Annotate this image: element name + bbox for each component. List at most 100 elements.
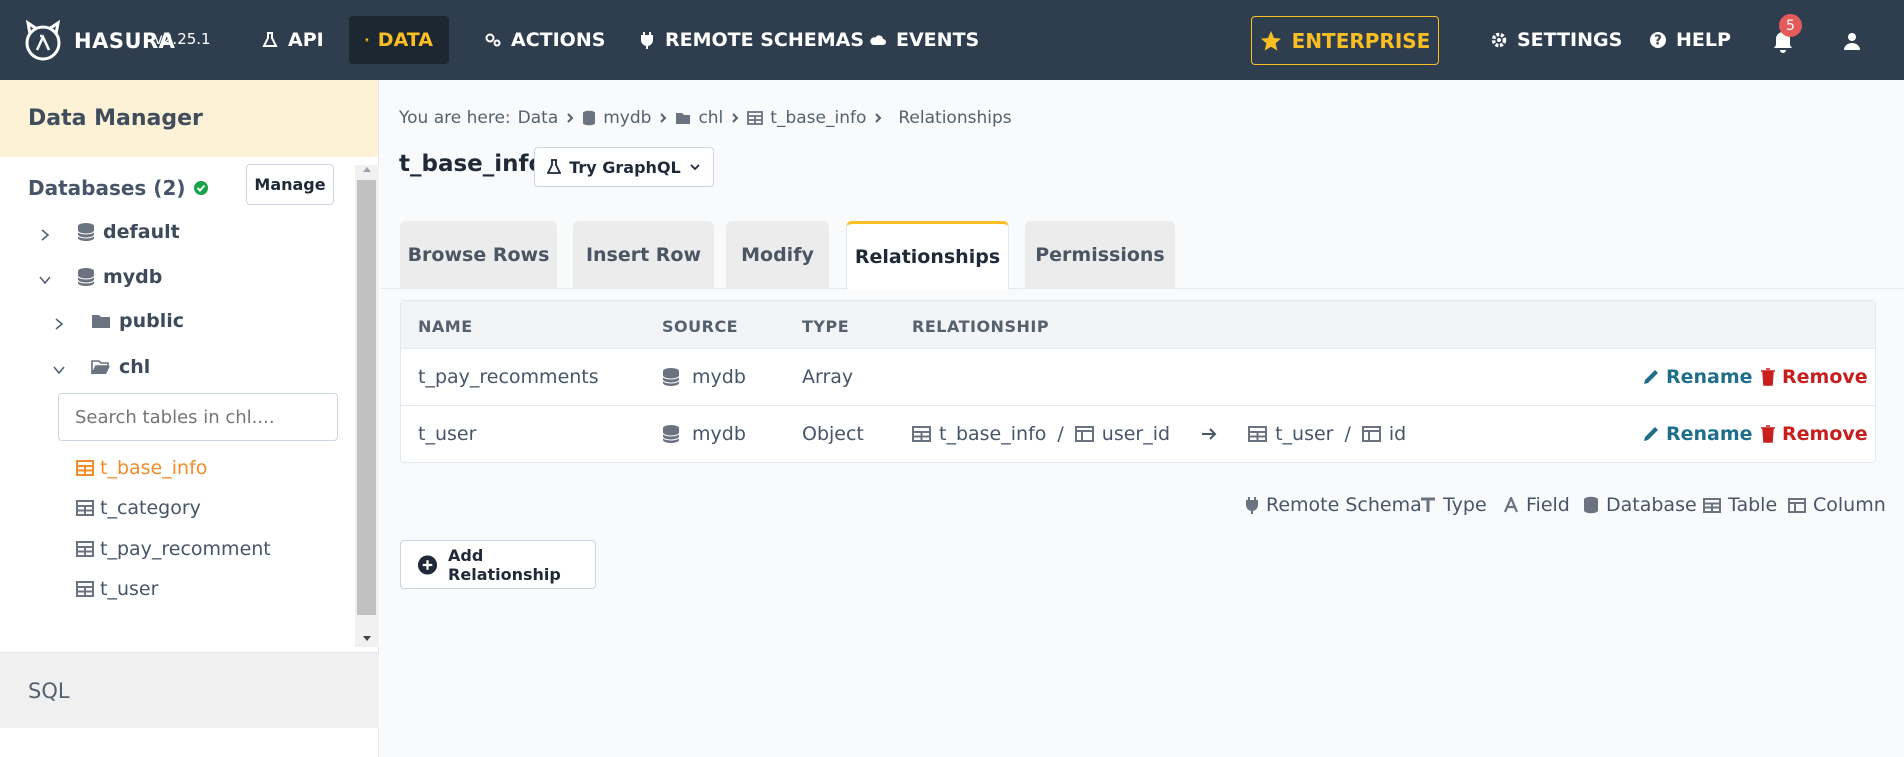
tab-permissions[interactable]: Permissions bbox=[1025, 221, 1175, 289]
legend-label: Field bbox=[1526, 494, 1570, 516]
page-title: t_base_info bbox=[399, 151, 545, 177]
rename-button[interactable]: Rename bbox=[1642, 366, 1753, 388]
plug-icon bbox=[641, 32, 653, 49]
schema-public-label: public bbox=[119, 310, 185, 332]
try-graphql-label: Try GraphQL bbox=[569, 157, 681, 177]
column-icon bbox=[1361, 426, 1381, 442]
remove-label: Remove bbox=[1782, 366, 1868, 388]
enterprise-button[interactable]: ENTERPRISE bbox=[1251, 16, 1439, 65]
tree-db-mydb[interactable]: mydb bbox=[77, 266, 162, 288]
hasura-logo[interactable]: HASURA bbox=[22, 20, 175, 62]
legend-database: Database bbox=[1583, 494, 1697, 516]
legend-field: Field bbox=[1503, 494, 1570, 516]
rel-to-column: id bbox=[1388, 423, 1407, 445]
scrollbar-thumb[interactable] bbox=[357, 180, 376, 615]
rel-separator: / bbox=[1344, 423, 1351, 445]
database-icon bbox=[77, 268, 95, 286]
chevron-down-icon[interactable] bbox=[38, 273, 52, 287]
rel-type: Array bbox=[802, 366, 854, 388]
table-item-t-category[interactable]: t_category bbox=[76, 497, 201, 519]
nav-actions[interactable]: ACTIONS bbox=[468, 16, 621, 64]
breadcrumb-data[interactable]: Data bbox=[518, 108, 559, 128]
add-relationship-button[interactable]: Add Relationship bbox=[400, 540, 596, 589]
scroll-up-icon[interactable] bbox=[361, 164, 373, 174]
pencil-icon bbox=[1644, 427, 1658, 441]
database-icon bbox=[583, 110, 596, 126]
sidebar-sql[interactable]: SQL bbox=[0, 652, 379, 728]
legend-column: Column bbox=[1788, 494, 1886, 516]
column-icon bbox=[1788, 497, 1806, 513]
check-circle-icon bbox=[193, 181, 208, 195]
nav-actions-label: ACTIONS bbox=[511, 29, 606, 51]
table-label: t_base_info bbox=[100, 457, 208, 479]
chevron-right-icon[interactable] bbox=[52, 317, 66, 331]
chevron-right-icon bbox=[660, 113, 667, 123]
top-navbar: HASURA v2.25.1 API DATA ACTIONS REMOTE S… bbox=[0, 0, 1904, 80]
rel-source: mydb bbox=[662, 423, 746, 445]
star-icon bbox=[1260, 30, 1281, 50]
remove-label: Remove bbox=[1782, 423, 1868, 445]
table-icon bbox=[76, 541, 94, 557]
nav-remote-schemas-label: REMOTE SCHEMAS bbox=[665, 29, 865, 51]
nav-settings[interactable]: SETTINGS bbox=[1474, 16, 1638, 64]
column-icon bbox=[1074, 426, 1094, 442]
rel-name: t_user bbox=[418, 423, 477, 445]
notification-badge: 5 bbox=[1779, 14, 1802, 37]
chevron-down-icon[interactable] bbox=[52, 363, 66, 377]
rel-separator: / bbox=[1057, 423, 1064, 445]
nav-api[interactable]: API bbox=[245, 16, 340, 64]
table-label: t_user bbox=[100, 578, 159, 600]
rename-button[interactable]: Rename bbox=[1642, 423, 1753, 445]
table-item-t-base-info[interactable]: t_base_info bbox=[76, 457, 207, 479]
flask-icon bbox=[262, 32, 278, 47]
table-icon bbox=[76, 500, 94, 516]
table-item-t-pay-recomment[interactable]: t_pay_recomment bbox=[76, 538, 271, 560]
hasura-logo-icon bbox=[25, 20, 61, 61]
header-relationship: RELATIONSHIP bbox=[912, 317, 1050, 336]
field-icon bbox=[1503, 497, 1519, 513]
chevron-right-icon[interactable] bbox=[38, 228, 52, 242]
database-icon bbox=[77, 223, 95, 241]
breadcrumb-schema[interactable]: chl bbox=[698, 108, 723, 128]
breadcrumb-table[interactable]: t_base_info bbox=[770, 108, 866, 128]
header-source: SOURCE bbox=[662, 317, 739, 336]
db-mydb-label: mydb bbox=[103, 266, 163, 288]
tree-schema-public[interactable]: public bbox=[91, 310, 184, 332]
chevron-right-icon bbox=[875, 113, 882, 123]
table-icon bbox=[747, 111, 764, 125]
breadcrumb-db[interactable]: mydb bbox=[603, 108, 651, 128]
manage-button[interactable]: Manage bbox=[246, 164, 334, 205]
search-tables-input[interactable] bbox=[58, 393, 338, 441]
scroll-down-icon[interactable] bbox=[361, 634, 373, 644]
header-name: NAME bbox=[418, 317, 473, 336]
nav-events[interactable]: EVENTS bbox=[853, 16, 995, 64]
table-icon bbox=[912, 426, 931, 442]
nav-remote-schemas[interactable]: REMOTE SCHEMAS bbox=[622, 16, 880, 64]
nav-events-label: EVENTS bbox=[896, 29, 980, 51]
enterprise-label: ENTERPRISE bbox=[1291, 28, 1431, 53]
tab-relationships[interactable]: Relationships bbox=[846, 221, 1009, 290]
tree-schema-chl[interactable]: chl bbox=[91, 356, 150, 378]
header-type: TYPE bbox=[802, 317, 850, 336]
rel-type: Object bbox=[802, 423, 864, 445]
user-icon[interactable] bbox=[1842, 31, 1862, 51]
gear-icon bbox=[1491, 32, 1507, 48]
table-icon bbox=[76, 460, 94, 476]
table-item-t-user[interactable]: t_user bbox=[76, 578, 158, 600]
folder-icon bbox=[92, 315, 110, 328]
legend-label: Table bbox=[1728, 494, 1778, 516]
tab-modify[interactable]: Modify bbox=[726, 221, 829, 289]
try-graphql-button[interactable]: Try GraphQL bbox=[534, 147, 714, 187]
tree-db-default[interactable]: default bbox=[77, 221, 180, 243]
nav-data[interactable]: DATA bbox=[349, 16, 449, 64]
nav-help[interactable]: ? HELP bbox=[1633, 16, 1747, 64]
remove-button[interactable]: Remove bbox=[1760, 366, 1868, 388]
tab-browse-rows[interactable]: Browse Rows bbox=[400, 221, 557, 289]
remove-button[interactable]: Remove bbox=[1760, 423, 1868, 445]
tab-insert-row[interactable]: Insert Row bbox=[573, 221, 714, 289]
database-icon bbox=[662, 425, 680, 443]
table-icon bbox=[1703, 497, 1721, 513]
legend-label: Type bbox=[1443, 494, 1487, 516]
breadcrumb-prefix: You are here: bbox=[399, 108, 511, 128]
relationships-table: NAME SOURCE TYPE RELATIONSHIP t_pay_reco… bbox=[400, 300, 1876, 463]
